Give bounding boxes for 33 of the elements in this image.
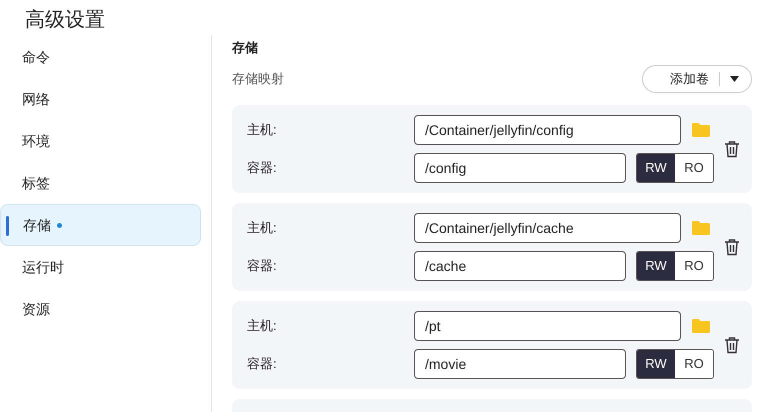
- container-label: 容器:: [247, 257, 278, 276]
- container-path-field[interactable]: /config: [414, 153, 626, 183]
- mode-toggle[interactable]: RO: [675, 350, 713, 378]
- sidebar-item[interactable]: 标签: [0, 162, 201, 204]
- host-path-field[interactable]: /pt: [414, 311, 681, 341]
- caret-down-icon[interactable]: [730, 76, 739, 82]
- mode-toggle[interactable]: RW: [637, 154, 675, 182]
- mode-toggle[interactable]: RO: [675, 154, 713, 182]
- trash-icon[interactable]: [724, 336, 740, 354]
- section-title: 存储: [232, 39, 259, 57]
- container-path-field[interactable]: /movie: [414, 349, 626, 379]
- add-volume-button[interactable]: 添加卷: [642, 65, 752, 93]
- host-label: 主机:: [247, 317, 278, 336]
- sidebar-item[interactable]: 命令: [0, 36, 201, 78]
- subsection-title: 存储映射: [232, 70, 284, 88]
- sidebar-item[interactable]: 运行时: [0, 246, 201, 288]
- sidebar-item[interactable]: 存储: [0, 204, 201, 246]
- mode-toggle[interactable]: RO: [675, 252, 713, 280]
- host-path-field[interactable]: /Container/jellyfin/cache: [414, 213, 681, 243]
- mode-toggle[interactable]: RW: [637, 350, 675, 378]
- host-path-field[interactable]: /Container/jellyfin/config: [414, 115, 681, 145]
- container-label: 容器:: [247, 159, 278, 178]
- host-label: 主机:: [247, 121, 278, 140]
- sidebar-item[interactable]: 资源: [0, 288, 201, 330]
- trash-icon[interactable]: [724, 140, 740, 158]
- container-label: 容器:: [247, 355, 278, 374]
- trash-icon[interactable]: [724, 238, 740, 256]
- host-label: 主机:: [247, 219, 278, 238]
- mode-toggle[interactable]: RW: [637, 252, 675, 280]
- container-path-field[interactable]: /cache: [414, 251, 626, 281]
- sidebar-item[interactable]: 网络: [0, 78, 201, 120]
- page-title: 高级设置: [24, 8, 106, 33]
- sidebar-item[interactable]: 环境: [0, 120, 201, 162]
